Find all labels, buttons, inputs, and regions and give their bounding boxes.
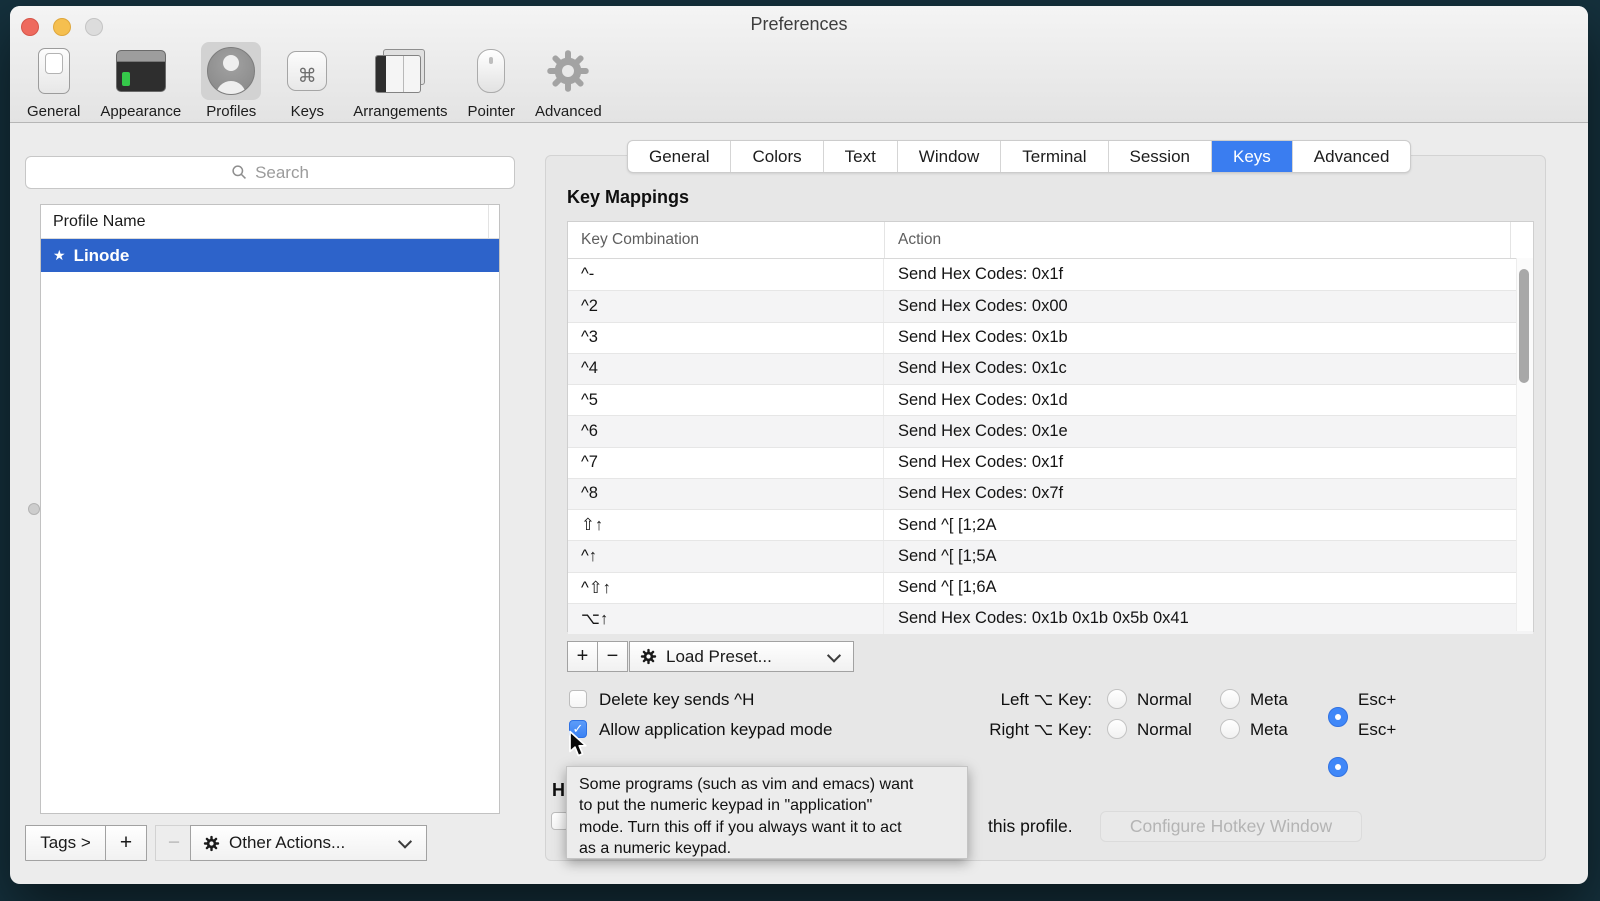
keypad-mode-tooltip: Some programs (such as vim and emacs) wa… [566,766,968,859]
right-option-meta-radio[interactable] [1220,719,1240,739]
table-header: Key Combination Action [568,222,1533,259]
profile-name: Linode [74,246,130,266]
table-body: ^-Send Hex Codes: 0x1f ^2Send Hex Codes:… [568,259,1533,634]
checkbox-label: Delete key sends ^H [599,690,754,710]
windows-icon [375,49,425,93]
right-option-key-label: Right ⌥ Key: [942,720,1092,740]
radio-label: Meta [1250,690,1288,710]
column-header-action[interactable]: Action [898,231,941,249]
table-row[interactable]: ^↑Send ^[ [1;5A [568,540,1533,571]
search-input[interactable]: Search [25,156,515,189]
tab-advanced[interactable]: Advanced [1293,141,1411,172]
hotkey-text: this profile. [988,816,1073,837]
profile-tabs: General Colors Text Window Terminal Sess… [627,140,1411,173]
table-row[interactable]: ^2Send Hex Codes: 0x00 [568,290,1533,321]
other-actions-dropdown[interactable]: Other Actions... [190,825,427,861]
command-key-icon: ⌘ [287,51,327,91]
add-profile-button[interactable]: + [105,825,147,861]
left-option-key-label: Left ⌥ Key: [942,690,1092,710]
gear-icon [640,648,657,665]
mouse-icon [477,49,505,93]
toolbar-item-pointer[interactable]: Pointer [459,42,525,120]
configure-hotkey-window-button[interactable]: Configure Hotkey Window [1100,811,1362,842]
toolbar-item-profiles[interactable]: Profiles [192,42,270,120]
remove-key-mapping-button[interactable]: − [597,641,628,672]
table-row[interactable]: ^7Send Hex Codes: 0x1f [568,447,1533,478]
table-row[interactable]: ^-Send Hex Codes: 0x1f [568,259,1533,290]
search-placeholder: Search [255,163,309,183]
column-header-key-combination[interactable]: Key Combination [581,231,699,249]
profile-row-linode[interactable]: ★ Linode [41,239,499,272]
key-mappings-heading: Key Mappings [567,187,689,208]
window-title: Preferences [10,14,1588,35]
table-row[interactable]: ^5Send Hex Codes: 0x1d [568,384,1533,415]
tab-window[interactable]: Window [898,141,1001,172]
tab-general[interactable]: General [628,141,731,172]
toolbar-item-general[interactable]: General [18,42,89,120]
radio-label: Normal [1137,690,1192,710]
vertical-scrollbar[interactable] [1516,258,1533,631]
toolbar-item-keys[interactable]: ⌘ Keys [272,42,342,120]
chevron-down-icon [398,835,412,849]
checkbox-label: Allow application keypad mode [599,720,832,740]
tab-colors[interactable]: Colors [731,141,823,172]
desktop: Preferences General Appearance Profiles … [0,0,1600,901]
person-icon [207,47,255,95]
table-row[interactable]: ⌥↑Send Hex Codes: 0x1b 0x1b 0x5b 0x41 [568,603,1533,634]
table-row[interactable]: ^4Send Hex Codes: 0x1c [568,353,1533,384]
right-option-esc-radio[interactable] [1328,757,1348,777]
tab-keys[interactable]: Keys [1212,141,1293,172]
tab-text[interactable]: Text [824,141,898,172]
left-option-normal-radio[interactable] [1107,689,1127,709]
radio-label: Normal [1137,720,1192,740]
splitter-knob[interactable] [28,503,40,515]
profile-name-column-header[interactable]: Profile Name [41,205,499,239]
radio-label: Esc+ [1358,690,1396,710]
toolbar-item-advanced[interactable]: Advanced [526,42,611,120]
gear-icon [545,48,591,94]
add-key-mapping-button[interactable]: + [567,641,598,672]
table-row[interactable]: ^⇧↑Send ^[ [1;6A [568,572,1533,603]
remove-profile-button[interactable]: − [155,825,193,861]
radio-label: Meta [1250,720,1288,740]
default-profile-star-icon: ★ [53,247,66,264]
gear-icon [203,835,220,852]
left-option-meta-radio[interactable] [1220,689,1240,709]
mouse-cursor [566,730,592,760]
preferences-toolbar: General Appearance Profiles ⌘ Keys Arran… [18,42,611,120]
hotkey-heading-partial: H [552,780,565,801]
table-row[interactable]: ^8Send Hex Codes: 0x7f [568,478,1533,509]
table-row[interactable]: ⇧↑Send ^[ [1;2A [568,509,1533,540]
search-icon [231,164,248,181]
table-row[interactable]: ^3Send Hex Codes: 0x1b [568,322,1533,353]
key-mappings-table: Key Combination Action ^-Send Hex Codes:… [567,221,1534,632]
scrollbar-thumb[interactable] [1519,269,1529,383]
chevron-down-icon [827,648,841,662]
left-option-esc-radio[interactable] [1328,707,1348,727]
toolbar-item-appearance[interactable]: Appearance [91,42,190,120]
radio-label: Esc+ [1358,720,1396,740]
load-preset-dropdown[interactable]: Load Preset... [629,641,854,672]
delete-key-sends-checkbox[interactable] [569,690,587,708]
appearance-window-icon [116,50,166,92]
right-option-normal-radio[interactable] [1107,719,1127,739]
tags-button[interactable]: Tags > [25,825,106,861]
toggle-icon [38,48,70,94]
tab-terminal[interactable]: Terminal [1001,141,1108,172]
table-row[interactable]: ^6Send Hex Codes: 0x1e [568,415,1533,446]
tab-session[interactable]: Session [1109,141,1212,172]
toolbar-item-arrangements[interactable]: Arrangements [344,42,456,120]
profile-list: Profile Name ★ Linode [40,204,500,814]
